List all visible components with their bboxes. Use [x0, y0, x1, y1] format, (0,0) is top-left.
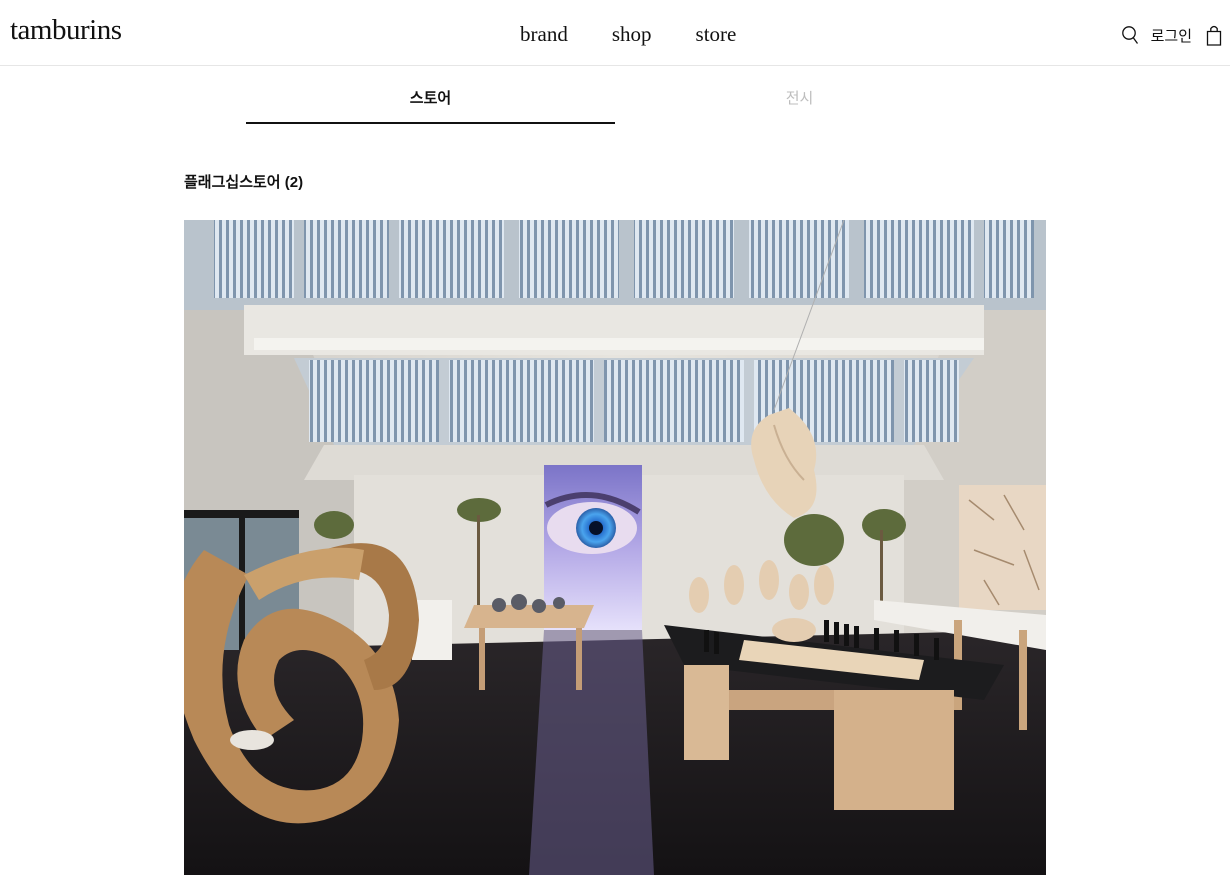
header-utilities: 로그인 [1121, 24, 1222, 46]
nav-link-shop[interactable]: shop [612, 22, 652, 47]
nav-link-store[interactable]: store [696, 22, 737, 47]
nav-link-brand[interactable]: brand [520, 22, 568, 47]
store-tabs: 스토어 전시 [246, 78, 984, 124]
tab-store[interactable]: 스토어 [246, 78, 615, 124]
search-icon[interactable] [1121, 25, 1139, 45]
login-link[interactable]: 로그인 [1151, 25, 1192, 46]
main-nav: brand shop store [520, 22, 780, 47]
section-title: 플래그십스토어 (2) [184, 174, 304, 191]
store-interior-illustration [184, 220, 1046, 875]
brand-logo[interactable]: tamburins [10, 14, 122, 47]
tab-exhibition[interactable]: 전시 [615, 78, 984, 122]
site-header: tamburins brand shop store 로그인 [0, 0, 1230, 66]
shopping-bag-icon[interactable] [1206, 24, 1222, 46]
flagship-store-photo[interactable] [184, 220, 1046, 875]
